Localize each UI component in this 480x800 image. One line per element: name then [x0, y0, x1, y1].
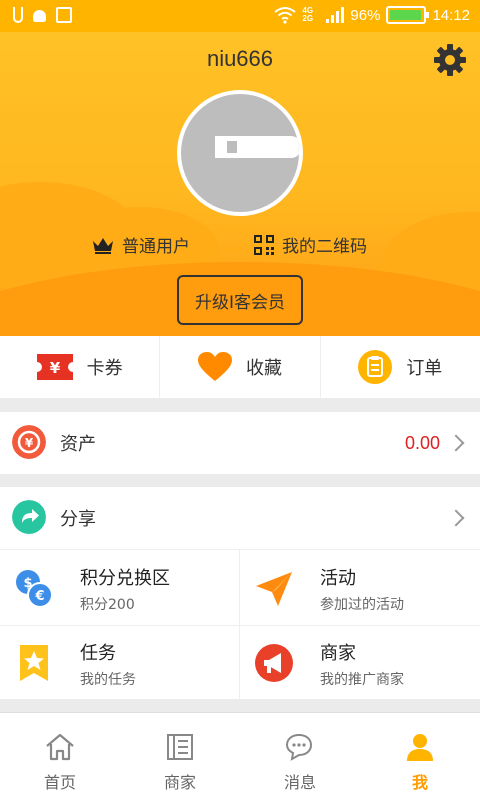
avatar-placeholder-mark: [227, 141, 237, 153]
tab-me-label: 我: [411, 773, 428, 792]
share-label: 分享: [60, 509, 96, 530]
points-exchange-subtitle: 积分200: [80, 597, 135, 613]
merchants-item[interactable]: 商家 我的推广商家: [240, 625, 480, 700]
tasks-title: 任务: [80, 643, 116, 664]
chevron-right-icon: [447, 434, 465, 452]
avatar[interactable]: [177, 90, 303, 216]
coupon-icon: ¥: [36, 354, 73, 380]
star-bookmark-icon: [20, 645, 48, 681]
username: niu666: [206, 46, 274, 71]
gear-icon[interactable]: [432, 42, 468, 78]
coupons-label: 卡券: [86, 358, 123, 379]
qr-code-label: 我的二维码: [282, 237, 367, 257]
signal-icon: [326, 7, 345, 23]
quick-actions: ¥ 卡券 收藏 订单: [0, 336, 480, 398]
coupons-button[interactable]: ¥ 卡券: [0, 336, 161, 398]
grid-divider: [0, 625, 480, 626]
crown-icon: [93, 237, 113, 254]
battery-percent: 96%: [350, 6, 381, 24]
qr-code-link[interactable]: 我的二维码: [254, 232, 367, 257]
upgrade-button[interactable]: 升级I客会员: [177, 275, 303, 325]
feature-grid: $ € 积分兑换区 积分200 活动 参加过的活动 任务 我的任务 商家 我的推…: [0, 549, 480, 700]
screenshot-icon: [56, 7, 72, 23]
megaphone-icon: [255, 644, 293, 682]
share-row[interactable]: 分享: [0, 487, 480, 549]
chevron-right-icon: [447, 509, 465, 527]
tab-home[interactable]: 首页: [0, 713, 120, 800]
store-list-icon: [167, 734, 193, 760]
favorites-label: 收藏: [245, 358, 282, 379]
activities-subtitle: 参加过的活动: [320, 597, 404, 613]
paper-plane-icon: [256, 572, 292, 606]
tab-me[interactable]: 我: [360, 713, 480, 800]
assets-value: 0.00: [404, 432, 440, 453]
bottom-tab-bar: 首页 商家 消息 我: [0, 712, 480, 800]
svg-text:¥: ¥: [49, 359, 60, 377]
clock: 14:12: [432, 6, 470, 24]
orders-label: 订单: [406, 358, 443, 379]
clipboard-icon: [358, 350, 393, 384]
svg-text:€: €: [34, 589, 44, 604]
android-icon: [33, 10, 46, 22]
assets-label: 资产: [60, 434, 96, 455]
currency-exchange-icon: $ €: [16, 570, 53, 608]
assets-yuan-icon: ¥: [12, 425, 46, 459]
points-exchange-title: 积分兑换区: [80, 568, 170, 589]
chat-icon: [285, 733, 313, 761]
heart-icon: [197, 352, 232, 381]
tab-merchants[interactable]: 商家: [120, 713, 240, 800]
share-icon: [12, 500, 46, 534]
merchants-subtitle: 我的推广商家: [320, 672, 404, 688]
activities-item[interactable]: 活动 参加过的活动: [240, 550, 480, 625]
membership-label: 普通用户: [122, 237, 190, 257]
tab-merchants-label: 商家: [163, 773, 196, 792]
home-icon: [46, 733, 74, 761]
activities-title: 活动: [320, 568, 356, 589]
usb-icon: [13, 7, 23, 23]
tab-home-label: 首页: [43, 773, 76, 792]
qr-code-icon: [254, 234, 274, 255]
tab-messages-label: 消息: [283, 773, 316, 792]
tab-messages[interactable]: 消息: [240, 713, 360, 800]
tasks-subtitle: 我的任务: [80, 672, 136, 688]
network-type: 4G 2G: [302, 6, 314, 23]
status-bar: 4G 2G 96% 14:12: [0, 0, 480, 32]
wifi-icon: [274, 7, 297, 24]
favorites-button[interactable]: 收藏: [160, 336, 321, 398]
battery-icon: [386, 6, 430, 24]
points-exchange-item[interactable]: $ € 积分兑换区 积分200: [0, 550, 240, 625]
assets-row[interactable]: ¥ 资产 0.00: [0, 412, 480, 474]
person-icon: [407, 734, 433, 761]
membership-level: 普通用户: [92, 232, 190, 257]
merchants-title: 商家: [320, 643, 356, 664]
svg-text:¥: ¥: [25, 436, 34, 450]
orders-button[interactable]: 订单: [321, 336, 480, 398]
profile-header: niu666 普通用户 我的二维码 升级I客会员: [0, 32, 480, 336]
tasks-item[interactable]: 任务 我的任务: [0, 625, 240, 700]
